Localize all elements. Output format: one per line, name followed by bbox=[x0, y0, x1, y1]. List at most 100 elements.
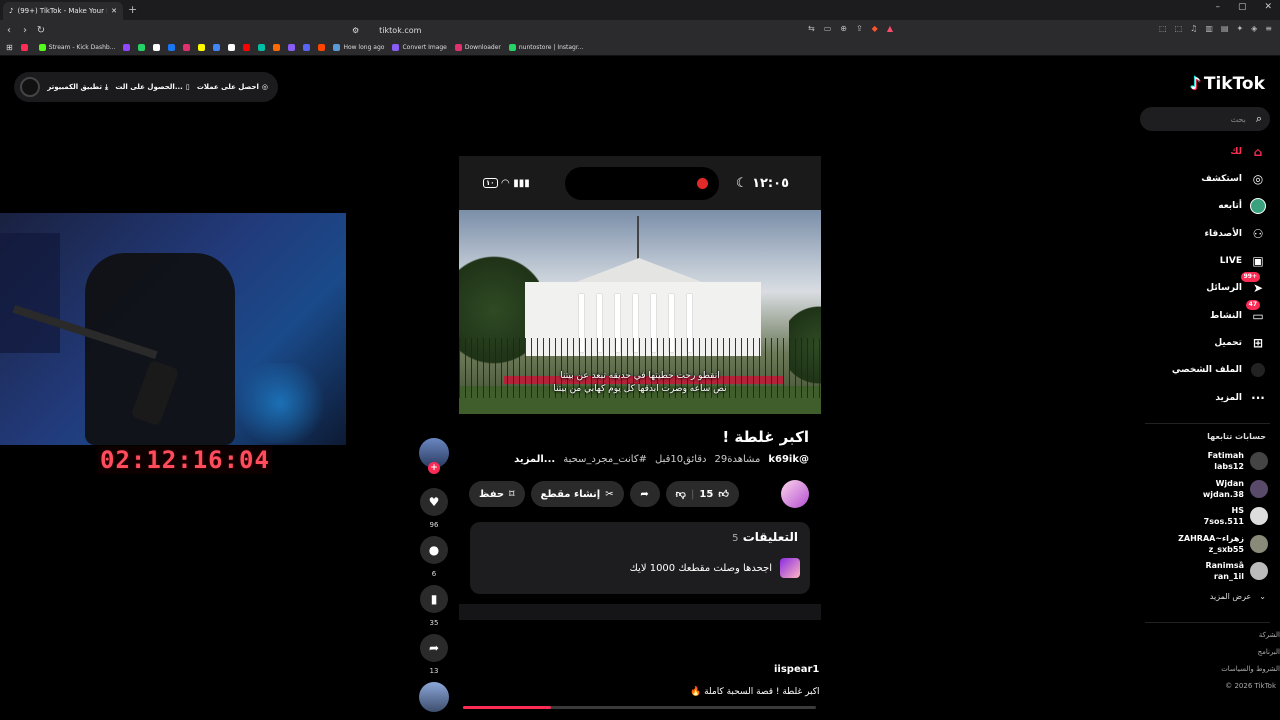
next-video-author[interactable]: iispear1 bbox=[774, 664, 819, 675]
bookmark-item[interactable]: Stream - Kick Dashb... bbox=[38, 44, 115, 51]
bookmark-item[interactable]: How long ago bbox=[333, 44, 384, 51]
window-controls: – ▢ ✕ bbox=[1215, 2, 1272, 12]
bookmark-item[interactable]: Convert Image bbox=[392, 44, 447, 51]
bookmark-item[interactable] bbox=[183, 44, 191, 51]
video-frame: انقطو رحت حطيتها في حديقه تبعد عن بيتنا … bbox=[459, 210, 821, 414]
sidebar-item-messages[interactable]: الرسائل ➤ 99+ bbox=[1206, 272, 1266, 296]
cast-icon[interactable]: ▭ bbox=[824, 24, 832, 33]
get-app-label: الحصول على الت... bbox=[115, 83, 183, 91]
reload-button[interactable]: ↻ bbox=[34, 25, 48, 36]
bookmark-item[interactable] bbox=[168, 44, 176, 51]
bookmark-item[interactable] bbox=[288, 44, 296, 51]
search-icon[interactable]: ⌕ bbox=[1256, 112, 1262, 126]
video-progress-bar[interactable] bbox=[463, 706, 816, 709]
share-button[interactable]: ➦ bbox=[629, 481, 660, 507]
forward-button[interactable]: › bbox=[18, 25, 32, 36]
bookmark-item[interactable] bbox=[273, 44, 281, 51]
following-account[interactable]: Ranimsȁ ran_1il bbox=[1206, 560, 1268, 582]
sidebar-icon[interactable]: ▥ bbox=[1205, 24, 1213, 33]
bookmark-item[interactable] bbox=[198, 44, 206, 51]
account-avatar bbox=[1250, 535, 1268, 553]
favorite-button[interactable]: ▮ bbox=[420, 585, 448, 613]
tiktok-logo[interactable]: ♪ TikTok bbox=[1190, 74, 1265, 94]
footer-link-terms[interactable]: الشروط والسياسات bbox=[1221, 665, 1280, 673]
brave-shield-icon[interactable]: ◆ bbox=[872, 24, 878, 33]
footer-link-company[interactable]: الشركة bbox=[1259, 631, 1280, 639]
bookmark-item[interactable] bbox=[318, 44, 326, 51]
bookmark-item[interactable] bbox=[138, 44, 146, 51]
music-icon[interactable]: ♫ bbox=[1190, 24, 1197, 33]
bookmark-item[interactable] bbox=[258, 44, 266, 51]
tab-close-icon[interactable]: ✕ bbox=[111, 7, 117, 15]
commenter-avatar[interactable] bbox=[780, 558, 800, 578]
dislike-icon[interactable]: 👎︎ bbox=[676, 488, 686, 500]
recording-dot-icon bbox=[697, 178, 708, 189]
new-tab-button[interactable]: + bbox=[128, 3, 137, 16]
get-coins-link[interactable]: احصل على عملات ◎ bbox=[197, 83, 268, 91]
bookmark-item[interactable] bbox=[303, 44, 311, 51]
puzzle-icon[interactable]: ✦ bbox=[1236, 24, 1243, 33]
share-icon[interactable]: ⇪ bbox=[856, 24, 863, 33]
get-app-link[interactable]: الحصول على الت... ▯ bbox=[115, 83, 189, 91]
footer-link-program[interactable]: البرنامج bbox=[1258, 648, 1280, 656]
maximize-button[interactable]: ▢ bbox=[1238, 2, 1247, 12]
following-account[interactable]: ZAHRAA~زهراء z_sxb55 bbox=[1178, 533, 1268, 555]
sidebar-item-following[interactable]: أتابعه bbox=[1218, 198, 1266, 214]
next-creator-avatar[interactable] bbox=[419, 682, 449, 712]
sidebar-item-explore[interactable]: استكشف ◎ bbox=[1201, 171, 1266, 187]
bookmark-item[interactable]: Downloader bbox=[454, 44, 501, 51]
bookmark-item[interactable] bbox=[123, 44, 131, 51]
following-account[interactable]: Fatimah labs12 bbox=[1208, 450, 1268, 472]
translate-icon[interactable]: ⇆ bbox=[808, 24, 815, 33]
comments-preview[interactable]: التعليقات 5 اجحدها وصلت مقطعك 1000 لايك bbox=[470, 522, 810, 594]
minimize-button[interactable]: – bbox=[1215, 2, 1220, 12]
extension-icon[interactable]: ⬚ bbox=[1175, 24, 1183, 33]
hashtag-link[interactable]: #كانت_مجرد_سحبة bbox=[563, 454, 647, 465]
shield-icon[interactable]: ◈ bbox=[1251, 24, 1257, 33]
bookmark-item[interactable] bbox=[243, 44, 251, 51]
rewards-icon[interactable]: ▲ bbox=[887, 24, 893, 33]
share-button[interactable]: ➦ bbox=[420, 634, 448, 662]
video-author[interactable]: @k69ik bbox=[768, 454, 809, 465]
see-more-button[interactable]: عرض المزيد ⌄ bbox=[1210, 592, 1266, 601]
bookmark-item[interactable]: nuntostore | Instagr... bbox=[508, 44, 584, 51]
browser-tab[interactable]: ♪ (99+) TikTok - Make Your Day ✕ bbox=[3, 2, 123, 20]
video-player[interactable]: ١٠ ◠ ▮▮▮ ☾ ١٢:٠٥ انقطو رحت حطيتها في حدي… bbox=[459, 156, 821, 620]
apps-grid-icon[interactable]: ⊞ bbox=[6, 43, 13, 52]
create-clip-button[interactable]: إنشاء مقطع ✂ bbox=[530, 481, 624, 507]
sidebar-item-label: تحميل bbox=[1214, 338, 1242, 348]
see-more-link[interactable]: ...المزيد bbox=[514, 454, 555, 465]
sidebar-item-for-you[interactable]: لك ⌂ bbox=[1230, 144, 1266, 160]
browser-tabstrip: ♪ (99+) TikTok - Make Your Day ✕ + – ▢ ✕ bbox=[0, 0, 1280, 20]
menu-icon[interactable]: ≡ bbox=[1265, 24, 1272, 33]
wallet-icon[interactable]: ▤ bbox=[1221, 24, 1229, 33]
pc-app-link[interactable]: تطبيق الكمبيوتر ⤓ bbox=[47, 83, 108, 92]
sidebar-item-upload[interactable]: تحميل ⊞ bbox=[1214, 335, 1266, 351]
site-info-icon[interactable]: ⚙ bbox=[352, 26, 359, 35]
sidebar-item-profile[interactable]: الملف الشخصي bbox=[1172, 362, 1266, 378]
thumbs-up-icon[interactable]: 👍︎ bbox=[718, 488, 728, 500]
search-input[interactable]: بحث ⌕ bbox=[1140, 107, 1270, 131]
extension-icon[interactable]: ⬚ bbox=[1159, 24, 1167, 33]
author-avatar[interactable] bbox=[781, 480, 809, 508]
sidebar-item-live[interactable]: LIVE ▣ bbox=[1220, 253, 1266, 269]
sidebar-item-activity[interactable]: النشاط ▭ 47 bbox=[1210, 300, 1266, 324]
bookmark-favicon-icon bbox=[454, 44, 462, 51]
zoom-icon[interactable]: ⊕ bbox=[840, 24, 847, 33]
bookmark-item[interactable] bbox=[228, 44, 236, 51]
avatar[interactable] bbox=[20, 77, 40, 97]
following-account[interactable]: HS 7sos.511 bbox=[1204, 505, 1268, 527]
bookmark-item[interactable] bbox=[20, 44, 31, 51]
bookmark-item[interactable] bbox=[153, 44, 161, 51]
sidebar-item-friends[interactable]: الأصدقاء ⚇ bbox=[1204, 226, 1266, 242]
comment-button[interactable]: ● bbox=[420, 536, 448, 564]
sidebar-item-more[interactable]: المزيد ··· bbox=[1215, 390, 1266, 406]
follow-plus-icon[interactable]: + bbox=[428, 462, 440, 474]
close-window-button[interactable]: ✕ bbox=[1264, 2, 1272, 12]
following-account[interactable]: Wjdan wjdan.38 bbox=[1203, 478, 1268, 500]
bookmark-item[interactable] bbox=[213, 44, 221, 51]
extensions-bar: ⬚ ⬚ ♫ ▥ ▤ ✦ ◈ ≡ bbox=[1159, 24, 1272, 33]
back-button[interactable]: ‹ bbox=[2, 25, 16, 36]
save-button[interactable]: حفظ ⌑ bbox=[469, 481, 525, 507]
like-button[interactable]: ♥ bbox=[420, 488, 448, 516]
